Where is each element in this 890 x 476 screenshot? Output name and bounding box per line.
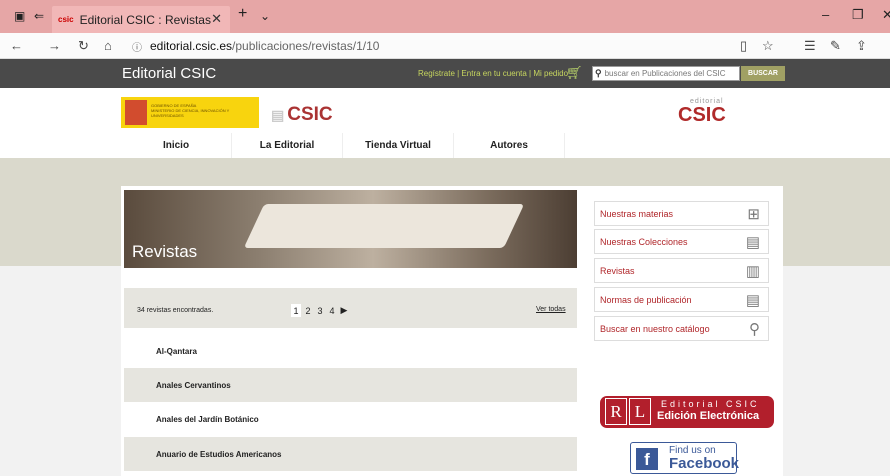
sidebar-label: Normas de publicación [600,294,692,305]
edicion-line2: Edición Electrónica [657,410,760,422]
pagination: 1 2 3 4 ▶ [291,304,349,317]
facebook-button[interactable]: f Find us on Facebook [630,442,740,474]
browser-tab-bar: ▣ ⇐ csic Editorial CSIC : Revistas ✕ + ⌄… [0,0,890,33]
sidebar-link-materias[interactable]: Nuestras materias ⊞ [594,201,769,226]
sidebar-label: Nuestras materias [600,208,674,219]
refresh-icon[interactable]: ↻ [78,38,89,54]
list-item[interactable]: Anales del Jardín Botánico [124,402,577,436]
sidebar-link-normas[interactable]: Normas de publicación ▤ [594,287,769,312]
tab-actions-icon[interactable]: ▣ [14,9,25,23]
minimize-icon[interactable]: – [822,7,829,22]
search-button[interactable]: BUSCAR [741,66,785,81]
tab-title: Editorial CSIC : Revistas [79,12,211,27]
rl-logo-icon: RL [605,398,651,425]
search-icon: ⚲ [595,68,602,78]
search-placeholder: buscar en Publicaciones del CSIC [604,69,726,78]
site-info-icon[interactable]: ⓘ [132,39,142,54]
home-icon[interactable]: ⌂ [104,38,112,53]
favorite-star-icon[interactable]: ☆ [762,38,774,54]
list-item[interactable]: Anuario de Estudios Americanos [124,437,577,471]
url-field[interactable]: ⓘ editorial.csic.es/publicaciones/revist… [132,36,792,56]
open-book-image [243,204,525,248]
csic-logo[interactable]: ▤ CSIC [271,104,333,126]
close-tab-icon[interactable]: ✕ [211,11,222,27]
favorites-list-icon[interactable]: ☰ [804,38,816,54]
tab-list-chevron-icon[interactable]: ⌄ [260,9,270,23]
forward-icon[interactable]: → [48,38,61,53]
reading-view-icon[interactable]: ▯ [740,38,747,54]
page-1[interactable]: 1 [291,304,301,317]
facebook-icon: f [636,448,658,470]
list-item[interactable]: Al-Qantara [124,334,577,368]
see-all-link[interactable]: Ver todas [536,306,566,313]
sidebar-label: Nuestras Colecciones [600,236,688,247]
sidebar-label: Buscar en nuestro catálogo [600,323,710,334]
site-search-input[interactable]: ⚲ buscar en Publicaciones del CSIC [592,66,740,81]
address-bar: ← → ↻ ⌂ ⓘ editorial.csic.es/publicacione… [0,33,890,59]
sidebar-link-colecciones[interactable]: Nuestras Colecciones ▤ [594,229,769,254]
document-icon: ▤ [745,292,760,309]
open-book-icon: ▥ [745,263,760,280]
menu-item-la-editorial[interactable]: La Editorial [232,133,343,158]
main-menu: Inicio La Editorial Tienda Virtual Autor… [121,133,565,158]
menu-item-inicio[interactable]: Inicio [121,133,232,158]
back-icon[interactable]: ← [10,38,23,53]
menu-item-autores[interactable]: Autores [454,133,565,158]
notes-pen-icon[interactable]: ✎ [830,38,841,54]
documents-icon: ▤ [745,234,760,251]
gobierno-logo-text: GOBIERNO DE ESPAÑA MINISTERIO DE CIENCIA… [151,103,230,118]
new-tab-icon[interactable]: + [238,5,247,23]
revistas-banner: Revistas [124,190,577,268]
edicion-line1: Editorial CSIC [661,399,760,409]
list-header: 34 revistas encontradas. 1 2 3 4 ▶ Ver t… [124,288,577,328]
share-icon[interactable]: ⇪ [856,38,867,54]
url-path: /publicaciones/revistas/1/10 [232,39,380,53]
facebook-line2: Facebook [669,455,740,472]
page-2[interactable]: 2 [303,304,313,317]
list-item[interactable]: Anales Cervantinos [124,368,577,402]
cart-icon[interactable]: 🛒︎ [566,65,583,81]
next-page-icon[interactable]: ▶ [339,304,349,317]
plus-doc-icon: ⊞ [747,206,760,223]
banner-title: Revistas [132,242,198,261]
browser-tab[interactable]: csic Editorial CSIC : Revistas ✕ [52,6,230,33]
csic-favicon-icon: csic [58,15,74,24]
account-links[interactable]: Regístrate | Entra en tu cuenta | Mi ped… [418,69,568,78]
site-brand[interactable]: Editorial CSIC [122,65,216,82]
magnifier-icon: ⚲ [749,321,760,338]
site-top-bar: Editorial CSIC Regístrate | Entra en tu … [0,59,890,88]
page-3[interactable]: 3 [315,304,325,317]
edicion-electronica-banner[interactable]: RL Editorial CSIC Edición Electrónica [600,396,774,428]
sidebar-link-revistas[interactable]: Revistas ▥ [594,258,769,283]
sidebar-label: Revistas [600,265,635,276]
close-window-icon[interactable]: ✕ [882,7,890,23]
sidebar-link-catalogo[interactable]: Buscar en nuestro catálogo ⚲ [594,316,769,341]
results-count: 34 revistas encontradas. [137,307,214,314]
gobierno-logo[interactable]: GOBIERNO DE ESPAÑA MINISTERIO DE CIENCIA… [121,97,259,128]
restore-icon[interactable]: ❐ [852,7,864,23]
tabs-aside-icon[interactable]: ⇐ [34,9,44,23]
spain-shield-icon [125,100,147,125]
url-host: editorial.csic.es [150,39,233,53]
csic-mark-icon: ▤ [271,107,285,123]
editorial-csic-logo[interactable]: editorial CSIC [678,98,726,127]
menu-item-tienda-virtual[interactable]: Tienda Virtual [343,133,454,158]
page-4[interactable]: 4 [327,304,337,317]
